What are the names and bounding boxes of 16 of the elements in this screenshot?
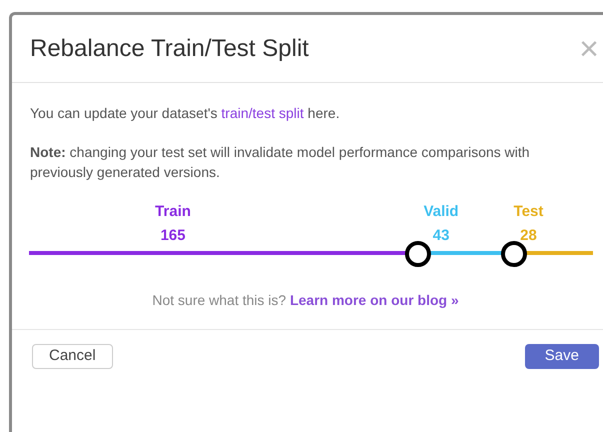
slider-handle[interactable]	[405, 241, 432, 267]
split-label: Valid	[424, 202, 459, 222]
cancel-button[interactable]: Cancel	[32, 344, 113, 368]
split-link[interactable]: train/test split	[221, 105, 304, 121]
note-text: Note: changing your test set will invalidate model performance comparisons with previously generated versions.	[30, 143, 530, 182]
split-label: Train	[155, 202, 191, 222]
split-count: 28	[520, 226, 537, 246]
split-count: 43	[432, 226, 450, 246]
blog-link[interactable]: Learn more on our blog »	[290, 292, 459, 308]
intro-text: You can update your dataset's train/test split here.	[30, 104, 341, 123]
hint-text: Not sure what this is? Learn more on our blog »	[151, 291, 460, 310]
dialog-title: Rebalance Train/Test Split	[30, 34, 309, 64]
save-button[interactable]: Save	[524, 344, 599, 368]
slider-handle[interactable]	[501, 241, 528, 267]
split-label: Test	[514, 202, 544, 222]
split-count: 165	[160, 226, 186, 246]
